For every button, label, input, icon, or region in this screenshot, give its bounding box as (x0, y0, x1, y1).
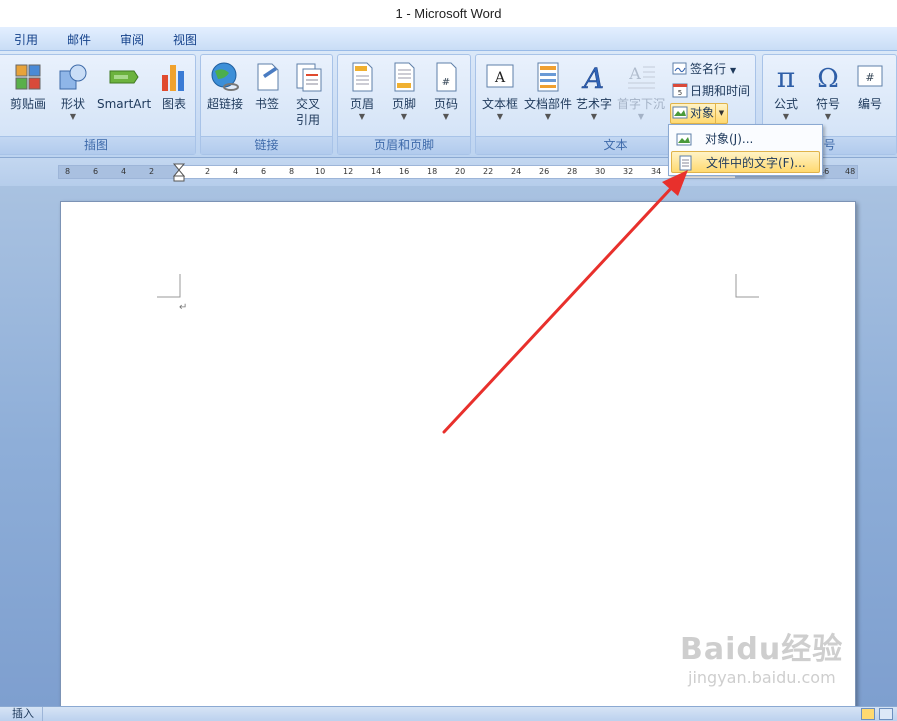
annotation-arrow (442, 170, 688, 434)
watermark-url: jingyan.baidu.com (688, 668, 836, 687)
watermark-brand: Baidu经验 (680, 632, 844, 667)
baidu-watermark: Baidu经验 jingyan.baidu.com (680, 624, 843, 687)
